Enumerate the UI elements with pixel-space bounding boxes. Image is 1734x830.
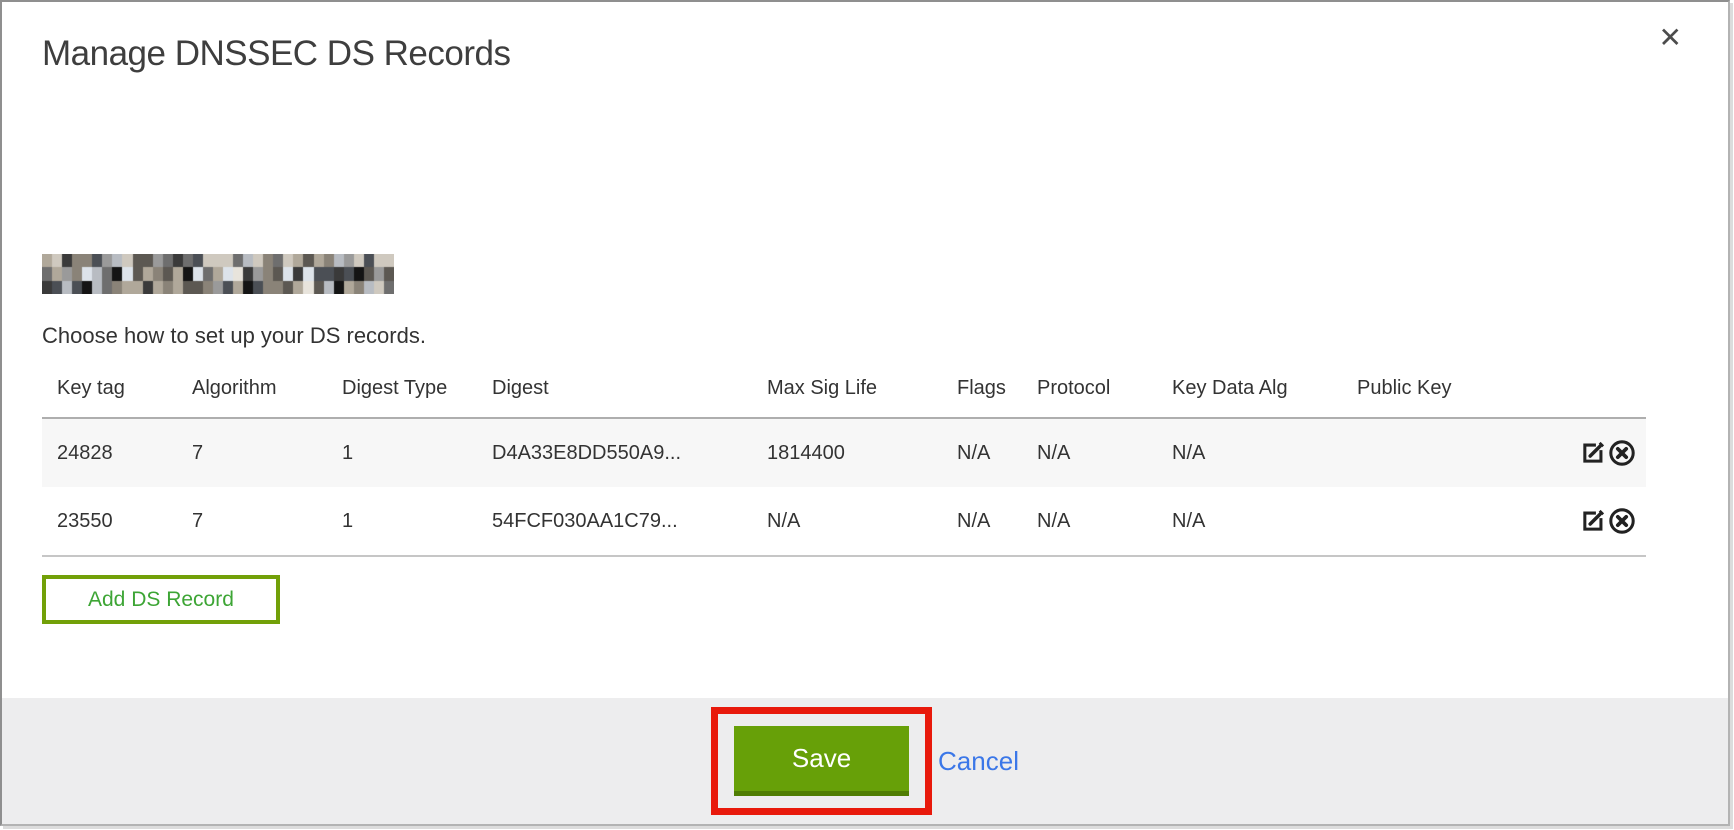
edit-icon <box>1579 523 1607 538</box>
col-header-key-data-alg: Key Data Alg <box>1157 354 1342 418</box>
cancel-link[interactable]: Cancel <box>938 746 1019 777</box>
cell-digest-type: 1 <box>327 487 477 556</box>
delete-record-button[interactable] <box>1608 507 1636 535</box>
cell-flags: N/A <box>942 487 1022 556</box>
col-header-public-key: Public Key <box>1342 354 1492 418</box>
ds-records-table: Key tag Algorithm Digest Type Digest Max… <box>42 354 1646 557</box>
col-header-digest-type: Digest Type <box>327 354 477 418</box>
table-row: 23550 7 1 54FCF030AA1C79... N/A N/A N/A … <box>42 487 1646 556</box>
delete-icon <box>1608 523 1636 538</box>
cell-actions <box>1492 487 1646 556</box>
cell-flags: N/A <box>942 418 1022 487</box>
cell-key-tag: 24828 <box>42 418 177 487</box>
col-header-actions <box>1492 354 1646 418</box>
col-header-digest: Digest <box>477 354 752 418</box>
col-header-key-tag: Key tag <box>42 354 177 418</box>
cell-algorithm: 7 <box>177 487 327 556</box>
save-button[interactable]: Save <box>734 726 909 796</box>
cell-algorithm: 7 <box>177 418 327 487</box>
cell-digest-type: 1 <box>327 418 477 487</box>
cell-key-tag: 23550 <box>42 487 177 556</box>
cell-key-data-alg: N/A <box>1157 418 1342 487</box>
cell-max-sig-life: 1814400 <box>752 418 942 487</box>
cell-digest: 54FCF030AA1C79... <box>477 487 752 556</box>
modal-title: Manage DNSSEC DS Records <box>42 32 1728 76</box>
manage-dnssec-modal: ✕ Manage DNSSEC DS Records Choose how to… <box>0 0 1730 826</box>
cell-actions <box>1492 418 1646 487</box>
edit-record-button[interactable] <box>1579 439 1607 467</box>
modal-footer: Save Cancel <box>2 698 1728 824</box>
delete-record-button[interactable] <box>1608 439 1636 467</box>
edit-record-button[interactable] <box>1579 507 1607 535</box>
table-row: 24828 7 1 D4A33E8DD550A9... 1814400 N/A … <box>42 418 1646 487</box>
domain-name-redacted <box>42 254 394 294</box>
col-header-max-sig-life: Max Sig Life <box>752 354 942 418</box>
cell-protocol: N/A <box>1022 418 1157 487</box>
cell-public-key <box>1342 418 1492 487</box>
edit-icon <box>1579 455 1607 470</box>
cell-public-key <box>1342 487 1492 556</box>
save-highlight-box: Save <box>711 707 932 815</box>
cell-max-sig-life: N/A <box>752 487 942 556</box>
close-icon: ✕ <box>1659 21 1682 54</box>
instruction-text: Choose how to set up your DS records. <box>42 322 1728 350</box>
close-button[interactable]: ✕ <box>1659 24 1682 52</box>
delete-icon <box>1608 455 1636 470</box>
table-header-row: Key tag Algorithm Digest Type Digest Max… <box>42 354 1646 418</box>
cell-key-data-alg: N/A <box>1157 487 1342 556</box>
cell-digest: D4A33E8DD550A9... <box>477 418 752 487</box>
cell-protocol: N/A <box>1022 487 1157 556</box>
col-header-algorithm: Algorithm <box>177 354 327 418</box>
col-header-protocol: Protocol <box>1022 354 1157 418</box>
col-header-flags: Flags <box>942 354 1022 418</box>
add-ds-record-button[interactable]: Add DS Record <box>42 575 280 624</box>
